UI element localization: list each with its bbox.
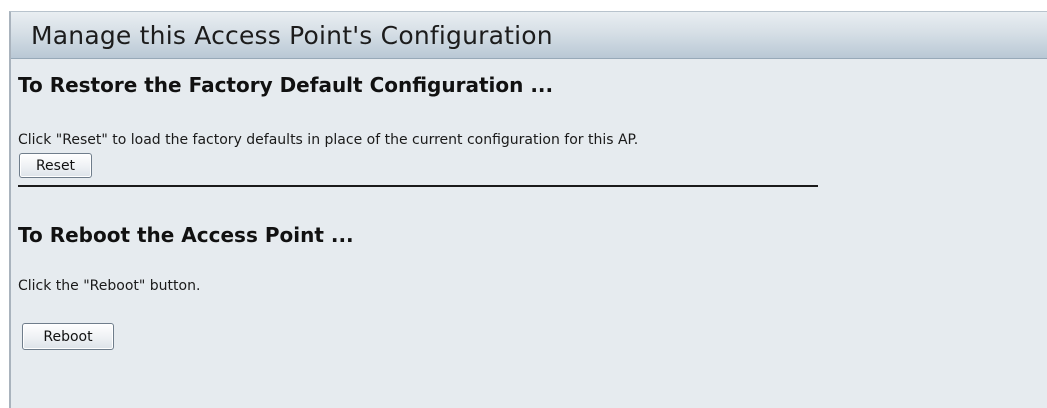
reboot-section-heading: To Reboot the Access Point ... (18, 223, 354, 247)
restore-section-heading: To Restore the Factory Default Configura… (18, 73, 554, 97)
panel-header: Manage this Access Point's Configuration (11, 12, 1047, 59)
page-title: Manage this Access Point's Configuration (31, 21, 553, 50)
reboot-button[interactable]: Reboot (22, 323, 114, 350)
restore-description: Click "Reset" to load the factory defaul… (18, 132, 639, 148)
section-divider (18, 185, 818, 187)
config-panel: Manage this Access Point's Configuration… (9, 11, 1047, 408)
reboot-description: Click the "Reboot" button. (18, 278, 201, 294)
reset-button[interactable]: Reset (19, 153, 92, 178)
